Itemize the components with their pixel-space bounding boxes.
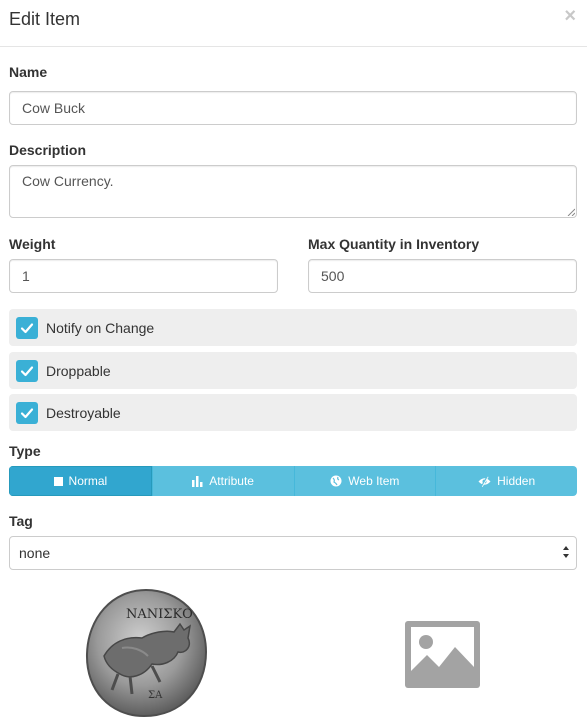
destroyable-checkbox[interactable] (16, 402, 38, 424)
droppable-row[interactable]: Droppable (9, 352, 577, 389)
bar-chart-icon (192, 475, 203, 487)
type-normal-button[interactable]: Normal (9, 466, 152, 496)
destroyable-row[interactable]: Destroyable (9, 394, 577, 431)
name-field[interactable] (9, 91, 577, 125)
tag-select[interactable]: none (9, 536, 577, 570)
eye-slash-icon (478, 475, 491, 487)
max-quantity-field[interactable] (308, 259, 577, 293)
notify-on-change-label: Notify on Change (46, 320, 155, 336)
type-normal-label: Normal (68, 474, 108, 488)
type-hidden-label: Hidden (497, 474, 536, 488)
droppable-checkbox[interactable] (16, 360, 38, 382)
description-wrapper: Cow Currency. (9, 165, 577, 218)
coin-inscription: ΝΑΝΙΣΚΟ (126, 607, 193, 622)
select-arrows-icon (562, 545, 570, 559)
notify-on-change-row[interactable]: Notify on Change (9, 309, 577, 346)
tag-label: Tag (9, 513, 33, 529)
type-attribute-button[interactable]: Attribute (151, 466, 294, 496)
coin-bottom-inscription: ΣΑ (148, 690, 163, 701)
type-web-item-button[interactable]: Web Item (293, 466, 436, 496)
type-web-item-label: Web Item (348, 474, 400, 488)
weight-label: Weight (9, 236, 56, 252)
notify-on-change-checkbox[interactable] (16, 317, 38, 339)
type-attribute-label: Attribute (209, 474, 254, 488)
type-button-group: Normal Attribute Web Item Hidden (9, 466, 577, 496)
globe-icon (330, 475, 342, 487)
square-icon (53, 476, 63, 486)
modal-title: Edit Item (9, 9, 81, 29)
type-label: Type (9, 443, 41, 459)
description-label: Description (9, 142, 87, 158)
checkmark-icon (20, 323, 34, 334)
coin-image: ΝΑΝΙΣΚΟ ΣΑ (85, 588, 208, 718)
type-hidden-button[interactable]: Hidden (435, 466, 577, 496)
checkmark-icon (20, 366, 34, 377)
description-field[interactable]: Cow Currency. (9, 165, 577, 218)
destroyable-label: Destroyable (46, 405, 121, 421)
close-icon[interactable]: × (564, 6, 576, 26)
modal-header: Edit Item × (0, 0, 587, 47)
weight-field[interactable] (9, 259, 278, 293)
name-label: Name (9, 64, 48, 80)
image-placeholder-icon (405, 621, 480, 688)
checkmark-icon (20, 408, 34, 419)
tag-selected-value: none (19, 545, 51, 561)
droppable-label: Droppable (46, 363, 111, 379)
resize-handle-icon[interactable] (567, 208, 575, 216)
max-quantity-label: Max Quantity in Inventory (308, 236, 480, 252)
